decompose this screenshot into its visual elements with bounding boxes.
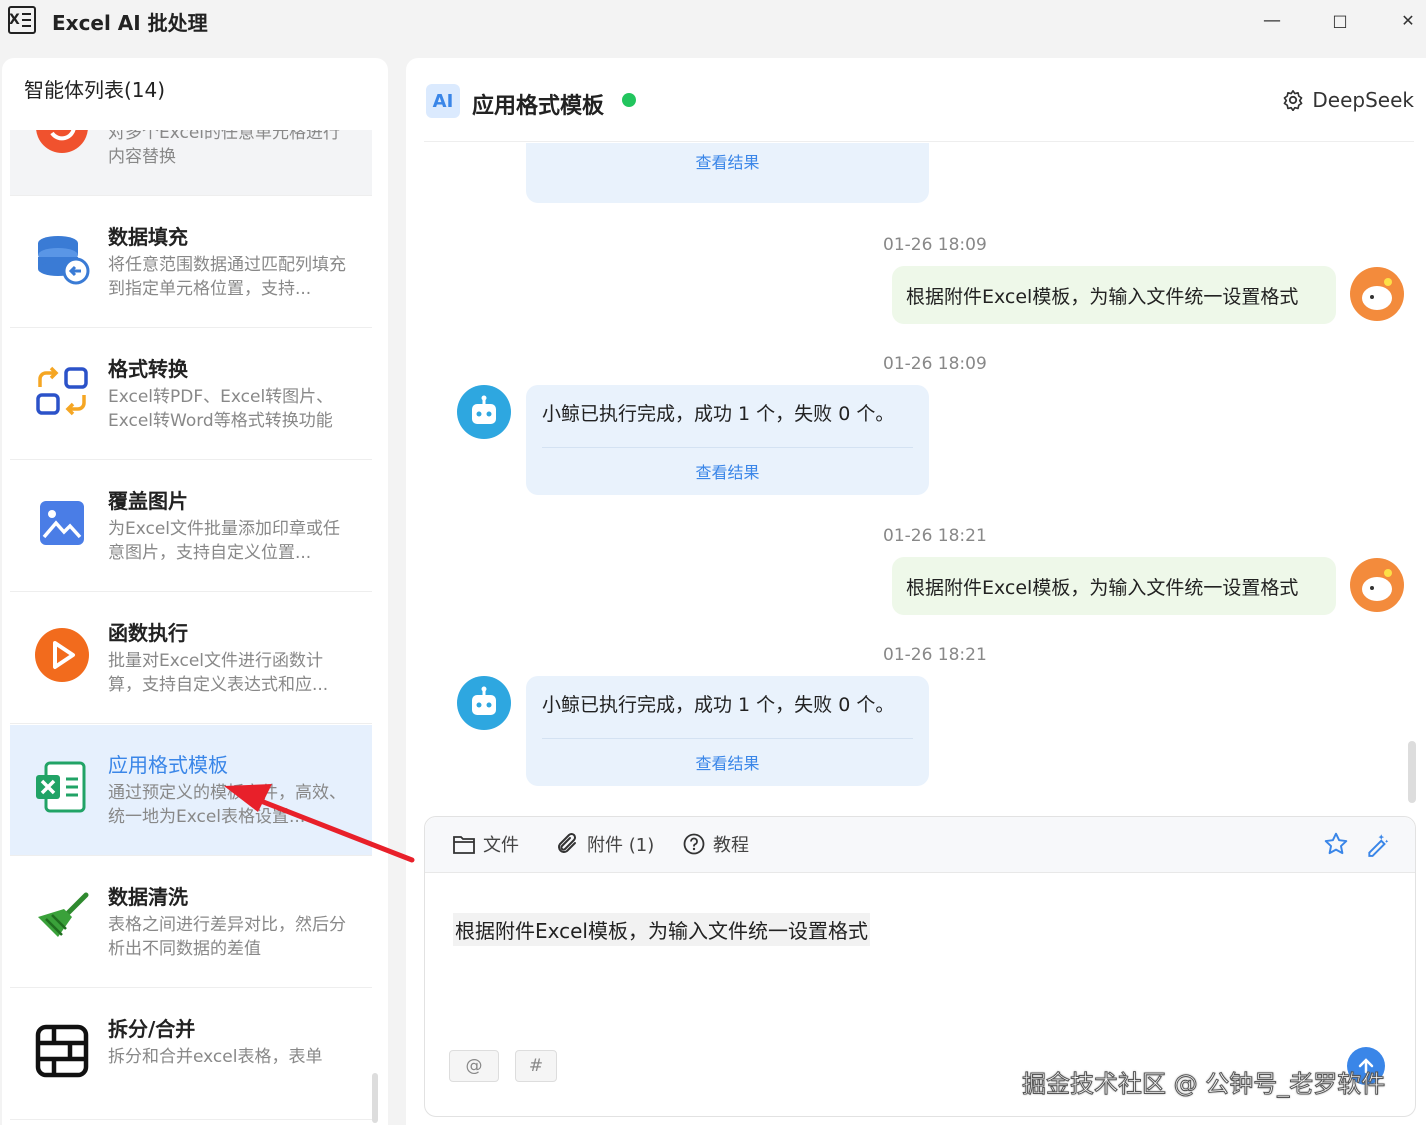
watermark: 掘金技术社区 @ 公钟号_老罗软件 bbox=[1021, 1070, 1386, 1099]
agent-item-format-convert[interactable]: 格式转换 Excel转PDF、Excel转图片、Excel转Word等格式转换功… bbox=[10, 329, 372, 460]
agent-item-cover-image[interactable]: 覆盖图片 为Excel文件批量添加印章或任意图片，支持自定义位置... bbox=[10, 461, 372, 592]
chat-header: AI 应用格式模板 DeepSeek bbox=[424, 58, 1414, 142]
broom-icon bbox=[34, 891, 90, 947]
message-timestamp: 01-26 18:21 bbox=[883, 645, 987, 665]
composer-toolbar: 文件 附件 (1) 教程 bbox=[425, 817, 1415, 873]
message-list[interactable]: 查看结果 01-26 18:09 根据附件Excel模板，为输入文件统一设置格式… bbox=[406, 143, 1426, 803]
attachment-button-label: 附件 (1) bbox=[587, 835, 655, 856]
agent-item-split-merge[interactable]: 拆分/合并 拆分和合并excel表格，表单 bbox=[10, 989, 372, 1120]
file-button[interactable]: 文件 bbox=[453, 831, 519, 857]
agent-item-name: 覆盖图片 bbox=[108, 489, 188, 513]
agent-item-desc: 表格之间进行差异对比，然后分析出不同数据的差值 bbox=[108, 915, 346, 959]
agent-item-replace[interactable]: 对多个Excel的任意单元格进行内容替换 bbox=[10, 130, 372, 196]
agent-list[interactable]: 对多个Excel的任意单元格进行内容替换 数据填充 将任意范围数据通过匹配列填充… bbox=[10, 130, 372, 1125]
bot-message: 小鲸已执行完成，成功 1 个，失败 0 个。 查看结果 bbox=[526, 385, 929, 495]
excel-template-icon bbox=[34, 759, 90, 815]
database-icon bbox=[34, 231, 90, 287]
file-button-label: 文件 bbox=[483, 835, 519, 856]
paperclip-icon bbox=[555, 832, 579, 856]
agent-item-desc: 将任意范围数据通过匹配列填充到指定单元格位置，支持... bbox=[108, 255, 346, 299]
excel-app-icon: X bbox=[8, 6, 36, 34]
bot-message-text: 小鲸已执行完成，成功 1 个，失败 0 个。 bbox=[542, 694, 895, 716]
view-result-link[interactable]: 查看结果 bbox=[526, 149, 929, 173]
chat-title: 应用格式模板 bbox=[472, 94, 605, 119]
user-message: 根据附件Excel模板，为输入文件统一设置格式 bbox=[892, 266, 1336, 324]
user-message: 根据附件Excel模板，为输入文件统一设置格式 bbox=[892, 557, 1336, 615]
agent-item-desc: 拆分和合并excel表格，表单 bbox=[108, 1047, 323, 1067]
agent-item-desc: 批量对Excel文件进行函数计算，支持自定义表达式和应... bbox=[108, 651, 329, 695]
split-merge-icon bbox=[34, 1023, 90, 1079]
model-selector[interactable]: DeepSeek bbox=[1282, 88, 1414, 112]
tutorial-button[interactable]: 教程 bbox=[683, 831, 749, 857]
chat-scrollbar[interactable] bbox=[1408, 741, 1416, 803]
agent-item-name: 函数执行 bbox=[108, 621, 188, 645]
agent-item-desc: 对多个Excel的任意单元格进行内容替换 bbox=[108, 130, 341, 167]
divider bbox=[542, 738, 913, 739]
user-message-text: 根据附件Excel模板，为输入文件统一设置格式 bbox=[906, 577, 1299, 599]
agent-list-header: 智能体列表(14) bbox=[24, 78, 166, 102]
folder-icon bbox=[453, 834, 475, 854]
user-message-text: 根据附件Excel模板，为输入文件统一设置格式 bbox=[906, 286, 1299, 308]
attachment-button[interactable]: 附件 (1) bbox=[555, 831, 654, 857]
bot-message-text: 小鲸已执行完成，成功 1 个，失败 0 个。 bbox=[542, 403, 895, 425]
view-result-link[interactable]: 查看结果 bbox=[526, 459, 929, 483]
agent-item-data-clean[interactable]: 数据清洗 表格之间进行差异对比，然后分析出不同数据的差值 bbox=[10, 857, 372, 988]
play-icon bbox=[34, 627, 90, 683]
agent-item-data-fill[interactable]: 数据填充 将任意范围数据通过匹配列填充到指定单元格位置，支持... bbox=[10, 197, 372, 328]
agent-item-desc: Excel转PDF、Excel转图片、Excel转Word等格式转换功能 bbox=[108, 387, 334, 431]
bot-message: 小鲸已执行完成，成功 1 个，失败 0 个。 查看结果 bbox=[526, 676, 929, 786]
message-timestamp: 01-26 18:09 bbox=[883, 235, 987, 255]
composer-input[interactable]: 根据附件Excel模板，为输入文件统一设置格式 bbox=[453, 913, 870, 946]
close-button[interactable]: ✕ bbox=[1390, 6, 1426, 34]
divider bbox=[542, 447, 913, 448]
agent-item-name: 格式转换 bbox=[108, 357, 188, 381]
message-timestamp: 01-26 18:09 bbox=[883, 354, 987, 374]
app-title: Excel AI 批处理 bbox=[52, 11, 208, 35]
agent-item-apply-template[interactable]: 应用格式模板 通过预定义的模板文件，高效、统一地为Excel表格设置... bbox=[10, 725, 372, 856]
title-bar: X Excel AI 批处理 — □ ✕ bbox=[0, 0, 1426, 42]
bot-avatar bbox=[457, 676, 511, 730]
convert-icon bbox=[34, 363, 90, 419]
help-icon bbox=[683, 833, 705, 855]
mention-button[interactable]: @ bbox=[449, 1050, 499, 1082]
replace-icon bbox=[34, 130, 90, 155]
minimize-button[interactable]: — bbox=[1254, 6, 1290, 34]
bot-message: 查看结果 bbox=[526, 143, 929, 203]
agent-item-name: 数据清洗 bbox=[108, 885, 188, 909]
left-scrollbar[interactable] bbox=[372, 1073, 378, 1123]
message-timestamp: 01-26 18:21 bbox=[883, 526, 987, 546]
online-status-dot bbox=[622, 93, 636, 107]
agent-item-function-exec[interactable]: 函数执行 批量对Excel文件进行函数计算，支持自定义表达式和应... bbox=[10, 593, 372, 724]
star-icon[interactable] bbox=[1323, 831, 1351, 859]
bot-avatar bbox=[457, 385, 511, 439]
agent-item-name: 应用格式模板 bbox=[108, 753, 228, 777]
tutorial-button-label: 教程 bbox=[713, 835, 749, 856]
model-name: DeepSeek bbox=[1312, 88, 1414, 112]
user-avatar bbox=[1350, 267, 1404, 321]
agent-item-desc: 为Excel文件批量添加印章或任意图片，支持自定义位置... bbox=[108, 519, 341, 563]
image-icon bbox=[34, 495, 90, 551]
gear-icon bbox=[1282, 89, 1304, 111]
hashtag-button[interactable]: # bbox=[515, 1050, 557, 1082]
agent-list-panel: 智能体列表(14) 对多个Excel的任意单元格进行内容替换 数据填充 将任意范… bbox=[2, 58, 388, 1125]
user-avatar bbox=[1350, 558, 1404, 612]
agent-item-name: 拆分/合并 bbox=[108, 1017, 196, 1041]
magic-edit-icon[interactable] bbox=[1365, 831, 1393, 859]
agent-item-desc: 通过预定义的模板文件，高效、统一地为Excel表格设置... bbox=[108, 783, 346, 827]
ai-badge: AI bbox=[426, 84, 460, 118]
view-result-link[interactable]: 查看结果 bbox=[526, 750, 929, 774]
maximize-button[interactable]: □ bbox=[1322, 6, 1358, 34]
agent-item-name: 数据填充 bbox=[108, 225, 188, 249]
chat-panel: AI 应用格式模板 DeepSeek 查看结果 01-26 18:09 根据附件… bbox=[406, 58, 1426, 1125]
